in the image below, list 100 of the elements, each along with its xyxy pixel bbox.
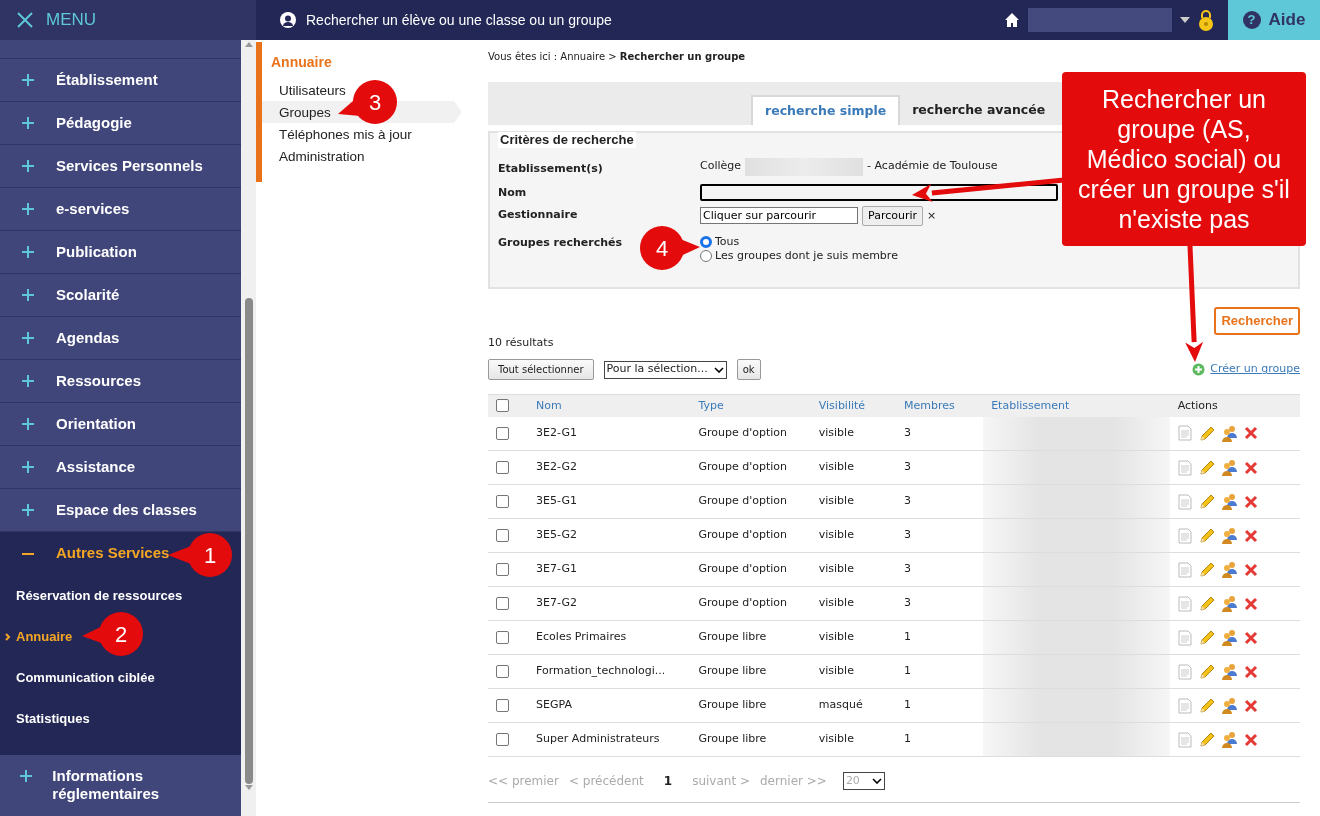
checkbox[interactable] <box>496 494 509 508</box>
table-cell: visible <box>810 416 896 451</box>
pencil-icon[interactable] <box>1197 561 1215 578</box>
clear-button[interactable]: × <box>927 207 937 224</box>
table-cell: Ecoles Primaires <box>528 620 691 655</box>
people-icon[interactable] <box>1220 527 1238 544</box>
select-all-button[interactable]: Tout sélectionner <box>488 359 594 380</box>
checkbox[interactable] <box>496 664 509 678</box>
delete-icon[interactable] <box>1243 732 1258 747</box>
pencil-icon[interactable] <box>1197 459 1215 476</box>
pencil-icon[interactable] <box>1197 731 1215 748</box>
delete-icon[interactable] <box>1243 664 1258 679</box>
pencil-icon[interactable] <box>1197 527 1215 544</box>
create-group-link[interactable]: Créer un groupe <box>1210 361 1300 378</box>
help-icon: ? <box>1242 11 1261 29</box>
checkbox[interactable] <box>496 528 509 542</box>
field-value: - Académie de Toulouse <box>867 158 998 175</box>
checkbox[interactable] <box>496 732 509 746</box>
column-header[interactable]: Visibilité <box>810 394 896 417</box>
people-icon[interactable] <box>1220 697 1238 714</box>
column-header[interactable]: Membres <box>895 394 984 417</box>
input-field[interactable]: Cliquer sur parcourir <box>700 207 858 225</box>
delete-icon[interactable] <box>1243 596 1258 611</box>
pencil-icon[interactable] <box>1197 697 1215 714</box>
page-number[interactable]: 1 <box>663 772 673 790</box>
people-icon[interactable] <box>1220 561 1238 578</box>
people-icon[interactable] <box>1220 459 1238 476</box>
sidebar-item[interactable]: Assistance <box>56 455 136 479</box>
delete-icon[interactable] <box>1243 698 1258 713</box>
caret-icon[interactable] <box>1180 17 1190 23</box>
column-header[interactable]: Nom <box>528 394 691 417</box>
menu-button[interactable]: MENU <box>0 0 256 40</box>
pencil-icon[interactable] <box>1197 493 1215 510</box>
people-icon[interactable] <box>1220 493 1238 510</box>
delete-icon[interactable] <box>1243 426 1258 441</box>
sidebar-subitem[interactable]: Réservation de ressources <box>16 585 183 606</box>
checkbox[interactable] <box>496 698 509 712</box>
scrollbar[interactable] <box>241 40 256 816</box>
sidebar-item[interactable]: Agendas <box>56 326 120 350</box>
checkbox[interactable] <box>496 399 509 412</box>
people-icon[interactable] <box>1220 595 1238 612</box>
submenu-title: Annuaire <box>270 53 333 72</box>
callout-box: Rechercher un groupe (AS, Médico social) ou créer un groupe s'il n'existe pas <box>1062 72 1306 246</box>
help-button[interactable]: ? Aide <box>1228 0 1320 40</box>
lock-icon[interactable] <box>1198 9 1214 31</box>
people-icon[interactable] <box>1220 629 1238 646</box>
sidebar-subitem[interactable]: Communication ciblée <box>16 667 155 688</box>
tab[interactable]: recherche simple <box>751 95 901 125</box>
tab[interactable]: recherche avancée <box>900 95 1058 125</box>
table-cell: Groupe d'option <box>690 586 811 621</box>
column-header[interactable]: Etablissement <box>983 394 1170 417</box>
search-field[interactable]: Rechercher un élève ou une classe ou un groupe <box>306 9 612 31</box>
sidebar-item[interactable]: e-services <box>56 197 130 221</box>
checkbox[interactable] <box>496 426 509 440</box>
table-cell: 3E2-G1 <box>528 416 691 451</box>
sidebar-item[interactable]: Autres Services <box>56 542 170 565</box>
submenu-item[interactable]: Administration <box>279 149 365 164</box>
submenu-item[interactable]: Téléphones mis à jour <box>279 127 412 142</box>
scrollbar-thumb[interactable] <box>244 298 253 784</box>
delete-icon[interactable] <box>1243 460 1258 475</box>
column-header[interactable]: Type <box>690 394 811 417</box>
sidebar-item[interactable]: Espace des classes <box>56 498 197 522</box>
sidebar-item[interactable]: Services Personnels <box>56 154 203 178</box>
checkbox[interactable] <box>496 630 509 644</box>
pencil-icon[interactable] <box>1197 595 1215 612</box>
radio-label: Tous <box>715 233 740 250</box>
user-name-field[interactable] <box>1028 8 1172 32</box>
radio-button[interactable] <box>700 236 712 248</box>
checkbox[interactable] <box>496 460 509 474</box>
sidebar-item[interactable]: Ressources <box>56 369 142 393</box>
sidebar-item[interactable]: Informations réglementaires <box>52 767 241 803</box>
home-icon[interactable] <box>1004 12 1020 28</box>
sidebar-item[interactable]: Publication <box>56 240 137 264</box>
delete-icon[interactable] <box>1243 494 1258 509</box>
delete-icon[interactable] <box>1243 528 1258 543</box>
checkbox[interactable] <box>496 596 509 610</box>
checkbox[interactable] <box>496 562 509 576</box>
input-field[interactable] <box>700 183 1058 201</box>
sidebar-item[interactable]: Établissement <box>56 68 158 92</box>
people-icon[interactable] <box>1220 663 1238 680</box>
delete-icon[interactable] <box>1243 630 1258 645</box>
sidebar-item[interactable]: Pédagogie <box>56 111 132 135</box>
sidebar-subitem[interactable]: Annuaire <box>16 626 73 647</box>
sidebar-subitem[interactable]: Statistiques <box>16 708 90 729</box>
submenu-item[interactable]: Utilisateurs <box>279 83 346 98</box>
pencil-icon[interactable] <box>1197 663 1215 680</box>
ok-button[interactable]: ok <box>736 359 761 380</box>
add-icon[interactable] <box>1192 363 1206 376</box>
sidebar-item[interactable]: Scolarité <box>56 283 120 307</box>
sidebar-item[interactable]: Orientation <box>56 412 136 436</box>
pencil-icon[interactable] <box>1197 629 1215 646</box>
delete-icon[interactable] <box>1243 562 1258 577</box>
radio-button[interactable] <box>700 250 712 262</box>
people-icon[interactable] <box>1220 424 1238 442</box>
action-select[interactable]: Pour la sélection... <box>603 360 727 379</box>
table-cell: visible <box>810 586 896 621</box>
browse-button[interactable]: Parcourir <box>862 205 923 226</box>
people-icon[interactable] <box>1220 731 1238 748</box>
submenu-item[interactable]: Groupes <box>279 105 331 120</box>
pencil-icon[interactable] <box>1197 424 1215 442</box>
